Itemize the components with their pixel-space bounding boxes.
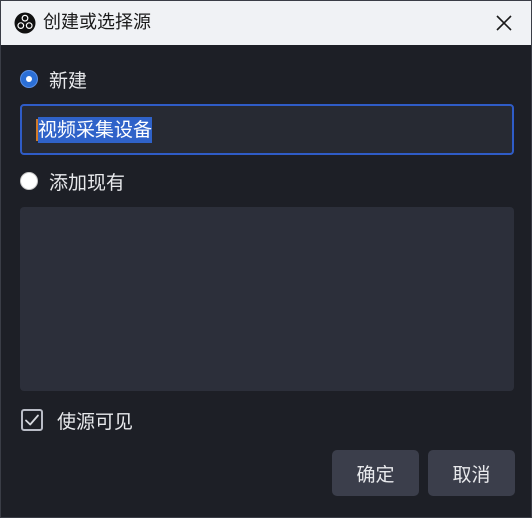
add-existing-radio[interactable] xyxy=(20,172,38,190)
create-new-option[interactable]: 新建 xyxy=(20,67,88,92)
close-button[interactable] xyxy=(477,1,531,45)
existing-sources-list[interactable] xyxy=(20,207,514,391)
source-name-value[interactable]: 视频采集设备 xyxy=(38,116,153,143)
add-existing-option[interactable]: 添加现有 xyxy=(20,169,126,194)
make-visible-label: 使源可见 xyxy=(57,410,134,433)
cancel-button[interactable]: 取消 xyxy=(428,450,515,496)
make-visible-checkbox[interactable] xyxy=(21,409,43,431)
create-select-source-dialog: 创建或选择源 新建 视频采集设备 添加现有 使源可见 确定 取消 xyxy=(0,0,532,518)
source-name-input[interactable]: 视频采集设备 xyxy=(20,104,514,155)
title-bar: 创建或选择源 xyxy=(1,1,531,45)
make-source-visible-option[interactable]: 使源可见 xyxy=(21,407,133,433)
obs-logo-icon xyxy=(14,12,36,34)
add-existing-label: 添加现有 xyxy=(49,171,126,194)
ok-button[interactable]: 确定 xyxy=(332,450,419,496)
close-icon xyxy=(496,15,512,31)
create-new-radio[interactable] xyxy=(20,70,38,88)
dialog-title: 创建或选择源 xyxy=(43,12,151,33)
checkmark-icon xyxy=(25,414,39,426)
create-new-label: 新建 xyxy=(49,69,88,92)
